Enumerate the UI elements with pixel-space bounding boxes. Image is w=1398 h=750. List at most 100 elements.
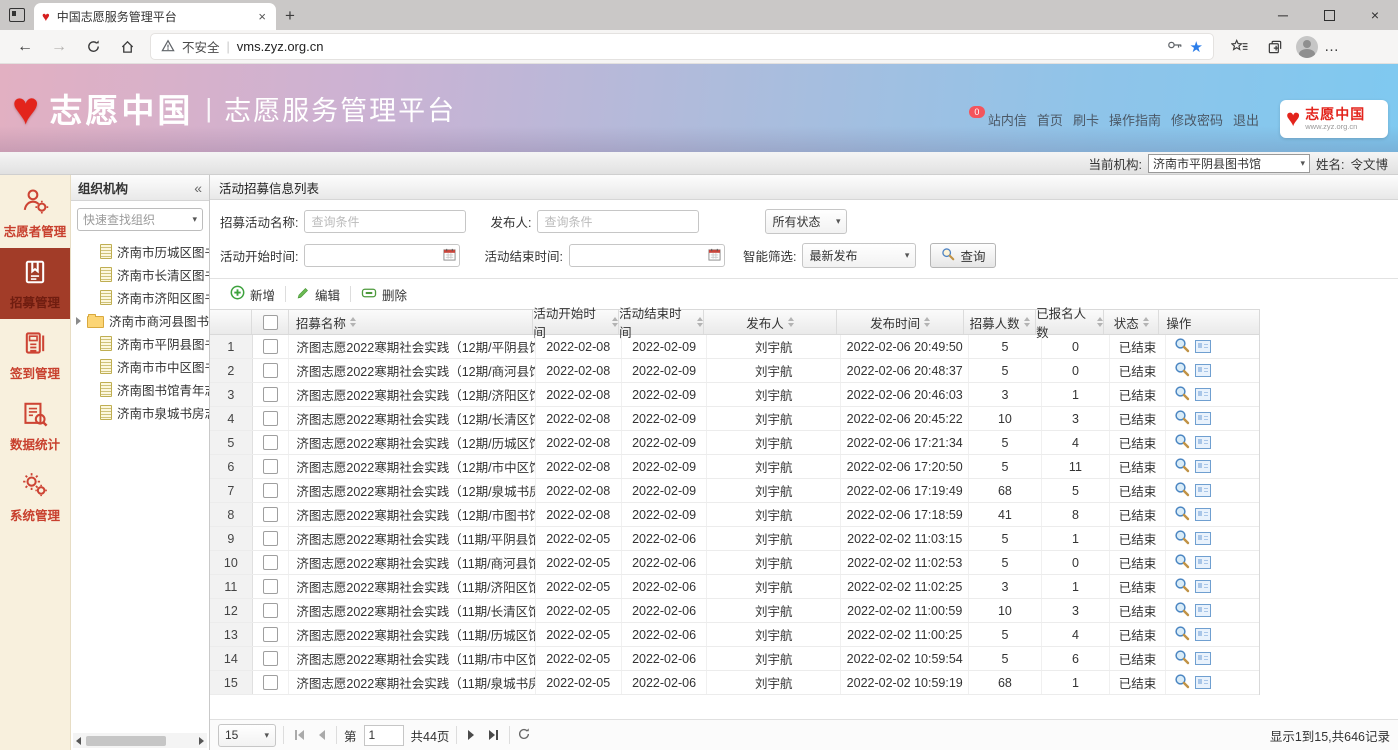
table-row[interactable]: 8 济图志愿2022寒期社会实践（12期/市图书馆） 2022-02-08 20…	[210, 503, 1259, 527]
table-row[interactable]: 11 济图志愿2022寒期社会实践（11期/济阳区馆） 2022-02-05 2…	[210, 575, 1259, 599]
forward-button[interactable]: →	[44, 34, 74, 60]
tree-node[interactable]: 济南市泉城书房志愿者	[71, 401, 209, 424]
banner-link[interactable]: 站内信	[988, 110, 1027, 129]
table-row[interactable]: 2 济图志愿2022寒期社会实践（12期/商河县馆） 2022-02-08 20…	[210, 359, 1259, 383]
banner-link[interactable]: 修改密码	[1171, 110, 1223, 129]
banner-link[interactable]: 退出	[1233, 110, 1259, 129]
table-row[interactable]: 12 济图志愿2022寒期社会实践（11期/长清区馆） 2022-02-05 2…	[210, 599, 1259, 623]
header-recruit-name[interactable]: 招募名称	[289, 310, 534, 334]
sort-icon[interactable]	[788, 317, 794, 327]
profile-avatar[interactable]	[1296, 36, 1318, 58]
publisher-input[interactable]	[537, 210, 699, 233]
row-checkbox[interactable]	[263, 483, 278, 498]
url-bar[interactable]: 不安全 | vms.zyz.org.cn ★	[150, 33, 1214, 60]
header-end-time[interactable]: 活动结束时间	[619, 310, 704, 334]
row-checkbox[interactable]	[263, 459, 278, 474]
roster-card-icon[interactable]	[1195, 364, 1211, 377]
view-detail-magnifier-icon[interactable]	[1174, 361, 1190, 380]
smart-filter-select[interactable]: 最新发布 ▾	[802, 243, 916, 268]
favorite-star-icon[interactable]: ★	[1190, 38, 1203, 56]
row-checkbox[interactable]	[263, 435, 278, 450]
activity-name-input[interactable]	[304, 210, 466, 233]
tree-node[interactable]: 济南市长清区图书馆	[71, 263, 209, 286]
table-row[interactable]: 10 济图志愿2022寒期社会实践（11期/商河县馆） 2022-02-05 2…	[210, 551, 1259, 575]
table-row[interactable]: 5 济图志愿2022寒期社会实践（12期/历城区馆） 2022-02-08 20…	[210, 431, 1259, 455]
roster-card-icon[interactable]	[1195, 628, 1211, 641]
roster-card-icon[interactable]	[1195, 340, 1211, 353]
banner-link[interactable]: 首页	[1037, 110, 1063, 129]
scroll-right-icon[interactable]	[199, 737, 204, 745]
view-detail-magnifier-icon[interactable]	[1174, 337, 1190, 356]
collections-icon[interactable]	[1260, 34, 1290, 60]
end-time-input[interactable]	[569, 244, 725, 267]
banner-link[interactable]: 刷卡	[1073, 110, 1099, 129]
sidebar-item[interactable]: 志愿者管理	[0, 177, 70, 248]
start-time-input[interactable]	[304, 244, 460, 267]
view-detail-magnifier-icon[interactable]	[1174, 385, 1190, 404]
view-detail-magnifier-icon[interactable]	[1174, 409, 1190, 428]
header-signed-count[interactable]: 已报名人数	[1036, 310, 1104, 334]
row-checkbox[interactable]	[263, 675, 278, 690]
page-size-select[interactable]: 15 ▾	[218, 724, 276, 747]
table-row[interactable]: 14 济图志愿2022寒期社会实践（11期/市中区馆） 2022-02-05 2…	[210, 647, 1259, 671]
header-recruit-count[interactable]: 招募人数	[964, 310, 1036, 334]
row-checkbox[interactable]	[263, 363, 278, 378]
banner-link[interactable]: 操作指南	[1109, 110, 1161, 129]
status-select[interactable]: 所有状态 ▾	[765, 209, 847, 234]
collapse-panel-icon[interactable]: «	[194, 180, 202, 196]
scrollbar-thumb[interactable]	[86, 736, 166, 746]
roster-card-icon[interactable]	[1195, 508, 1211, 521]
roster-card-icon[interactable]	[1195, 652, 1211, 665]
current-org-select[interactable]: 济南市平阴县图书馆 ▾	[1148, 154, 1310, 173]
row-checkbox[interactable]	[263, 411, 278, 426]
favorites-bar-icon[interactable]	[1224, 34, 1254, 60]
tree-node[interactable]: 济南市历城区图书馆	[71, 240, 209, 263]
view-detail-magnifier-icon[interactable]	[1174, 529, 1190, 548]
expand-icon[interactable]	[76, 317, 81, 325]
table-row[interactable]: 3 济图志愿2022寒期社会实践（12期/济阳区馆） 2022-02-08 20…	[210, 383, 1259, 407]
query-button[interactable]: 查询	[930, 243, 996, 268]
view-detail-magnifier-icon[interactable]	[1174, 625, 1190, 644]
window-restore-button[interactable]	[1306, 0, 1352, 30]
sort-icon[interactable]	[612, 317, 618, 327]
row-checkbox[interactable]	[263, 507, 278, 522]
sort-icon[interactable]	[697, 317, 703, 327]
tab-close-icon[interactable]: ×	[256, 9, 268, 24]
tree-node[interactable]: 济南市济阳区图书馆	[71, 286, 209, 309]
page-number-input[interactable]	[364, 725, 404, 746]
row-checkbox[interactable]	[263, 579, 278, 594]
prev-page-button[interactable]	[315, 728, 329, 742]
sort-icon[interactable]	[1097, 317, 1103, 327]
tree-node[interactable]: 济南图书馆青年志愿服	[71, 378, 209, 401]
calendar-icon[interactable]	[708, 248, 721, 264]
sort-icon[interactable]	[1143, 317, 1149, 327]
roster-card-icon[interactable]	[1195, 412, 1211, 425]
row-checkbox[interactable]	[263, 603, 278, 618]
row-checkbox[interactable]	[263, 555, 278, 570]
view-detail-magnifier-icon[interactable]	[1174, 433, 1190, 452]
calendar-icon[interactable]	[443, 248, 456, 264]
last-page-button[interactable]	[485, 728, 502, 742]
row-checkbox[interactable]	[263, 531, 278, 546]
org-quick-search-select[interactable]: 快速查找组织 ▾	[77, 208, 203, 231]
select-all-checkbox[interactable]	[263, 315, 278, 330]
browser-tab[interactable]: ♥ 中国志愿服务管理平台 ×	[34, 3, 276, 30]
refresh-grid-icon[interactable]	[517, 727, 531, 744]
row-checkbox[interactable]	[263, 627, 278, 642]
sort-icon[interactable]	[924, 317, 930, 327]
row-checkbox[interactable]	[263, 387, 278, 402]
first-page-button[interactable]	[291, 728, 308, 742]
add-button[interactable]: 新增	[220, 283, 285, 305]
header-publisher[interactable]: 发布人	[704, 310, 837, 334]
sort-icon[interactable]	[350, 317, 356, 327]
header-status[interactable]: 状态	[1104, 310, 1159, 334]
new-tab-button[interactable]: +	[276, 2, 304, 30]
edit-button[interactable]: 编辑	[286, 283, 350, 305]
scroll-left-icon[interactable]	[76, 737, 81, 745]
header-start-time[interactable]: 活动开始时间	[533, 310, 619, 334]
tree-node[interactable]: 济南市市中区图书馆	[71, 355, 209, 378]
browser-menu-icon[interactable]: …	[1324, 38, 1340, 55]
home-button[interactable]	[112, 34, 142, 60]
tree-node[interactable]: 济南市商河县图书馆	[71, 309, 209, 332]
tree-horizontal-scrollbar[interactable]	[73, 733, 207, 748]
